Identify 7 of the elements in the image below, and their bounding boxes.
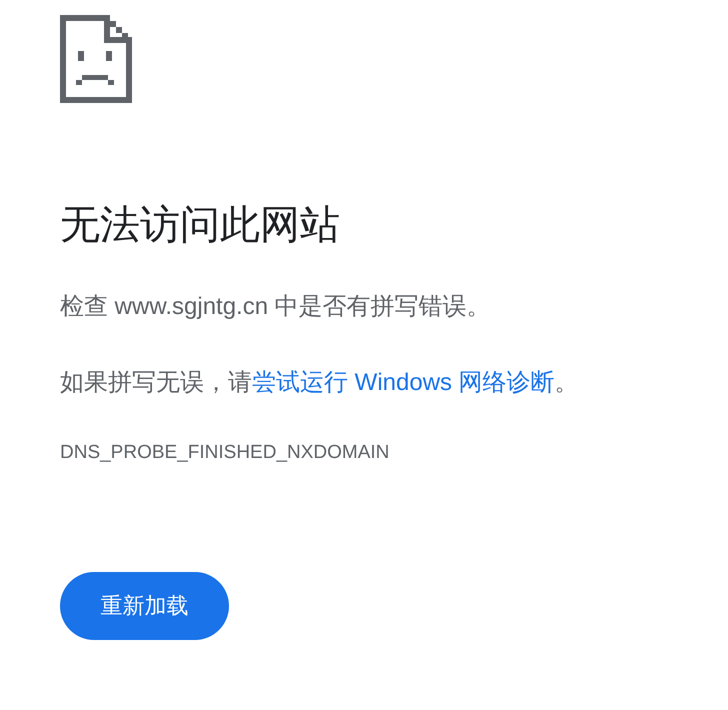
error-title: 无法访问此网站: [60, 202, 340, 249]
error-code: DNS_PROBE_FINISHED_NXDOMAIN: [60, 441, 390, 465]
diagnostics-link[interactable]: 尝试运行 Windows 网络诊断: [252, 369, 555, 396]
sad-page-icon: [60, 15, 132, 103]
message-text: 如果拼写无误，请尝试运行 Windows 网络诊断。: [60, 368, 579, 398]
reload-button[interactable]: 重新加载: [60, 572, 229, 640]
message-text: 检查 www.sgjntg.cn 中是否有拼写错误。: [60, 292, 491, 322]
